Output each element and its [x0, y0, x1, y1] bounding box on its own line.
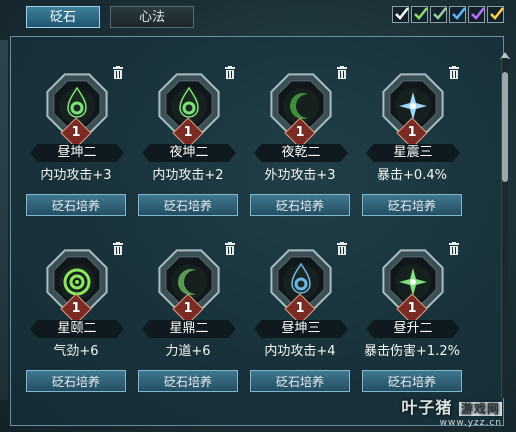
level-number: 1 — [407, 125, 417, 140]
watermark-logo-main: 叶子猪 — [401, 398, 453, 417]
gem-card[interactable]: 1 昼升二暴击伤害+1.2% 砭石培养 — [358, 238, 468, 396]
level-number: 1 — [71, 125, 81, 140]
gem-stat: 内功攻击+3 — [40, 168, 112, 183]
scrollbar[interactable] — [501, 58, 508, 398]
level-number: 1 — [183, 125, 193, 140]
gem-stat: 内功攻击+2 — [152, 168, 224, 183]
level-number: 1 — [407, 301, 417, 316]
trash-icon[interactable] — [448, 242, 460, 255]
gem-card[interactable]: 1 星颐二气劲+6 砭石培养 — [22, 238, 132, 396]
gem-name: 星鼎二 — [142, 320, 236, 338]
checkmark-icon — [395, 7, 409, 20]
gem-grid: 1 昼坤二内功攻击+3 砭石培养 1 夜坤二内功攻击+2 砭石培养 1 夜乾二外功攻击+3 砭石… — [22, 62, 468, 396]
level-number: 1 — [183, 301, 193, 316]
gem-stat: 外功攻击+3 — [264, 168, 336, 183]
cultivate-button[interactable]: 砭石培养 — [362, 370, 462, 392]
trash-icon[interactable] — [112, 66, 124, 79]
checkmark-icon — [452, 7, 466, 20]
trash-icon[interactable] — [336, 66, 348, 79]
gem-card[interactable]: 1 星震三暴击+0.4% 砭石培养 — [358, 62, 468, 220]
gem-name: 夜乾二 — [254, 144, 348, 162]
quality-check-2[interactable] — [430, 6, 447, 23]
cultivate-button[interactable]: 砭石培养 — [138, 370, 238, 392]
cultivate-button[interactable]: 砭石培养 — [26, 370, 126, 392]
tab-bianshi[interactable]: 砭石 — [26, 6, 100, 28]
cultivate-button[interactable]: 砭石培养 — [250, 194, 350, 216]
cultivate-button[interactable]: 砭石培养 — [362, 194, 462, 216]
level-number: 1 — [71, 301, 81, 316]
cultivate-button[interactable]: 砭石培养 — [26, 194, 126, 216]
cultivate-button[interactable]: 砭石培养 — [138, 194, 238, 216]
watermark: 叶子猪 游戏网 www.yzz.cn — [401, 394, 502, 428]
tab-xinfa[interactable]: 心法 — [110, 6, 194, 28]
trash-icon[interactable] — [448, 66, 460, 79]
watermark-logo-tag: 游戏网 — [458, 402, 502, 416]
gem-card[interactable]: 1 夜乾二外功攻击+3 砭石培养 — [246, 62, 356, 220]
gem-stat: 暴击+0.4% — [377, 168, 447, 183]
watermark-url: www.yzz.cn — [439, 418, 502, 428]
gem-stat: 内功攻击+4 — [264, 344, 336, 359]
gem-name: 昼坤三 — [254, 320, 348, 338]
scrollbar-thumb[interactable] — [502, 72, 508, 182]
checkmark-icon — [414, 7, 428, 20]
trash-icon[interactable] — [224, 242, 236, 255]
trash-icon[interactable] — [224, 66, 236, 79]
quality-check-1[interactable] — [411, 6, 428, 23]
gem-stat: 气劲+6 — [53, 344, 99, 359]
quality-check-5[interactable] — [487, 6, 504, 23]
gem-name: 昼坤二 — [30, 144, 124, 162]
trash-icon[interactable] — [112, 242, 124, 255]
gem-stat: 力道+6 — [165, 344, 211, 359]
tab-bar: 砭石 心法 — [26, 6, 194, 28]
checkmark-icon — [471, 7, 485, 20]
quality-check-4[interactable] — [468, 6, 485, 23]
trash-icon[interactable] — [336, 242, 348, 255]
cultivate-button[interactable]: 砭石培养 — [250, 370, 350, 392]
gem-card[interactable]: 1 星鼎二力道+6 砭石培养 — [134, 238, 244, 396]
gem-name: 星颐二 — [30, 320, 124, 338]
gem-name: 星震三 — [366, 144, 460, 162]
gem-card[interactable]: 1 夜坤二内功攻击+2 砭石培养 — [134, 62, 244, 220]
checkmark-icon — [433, 7, 447, 20]
quality-check-3[interactable] — [449, 6, 466, 23]
gem-name: 昼升二 — [366, 320, 460, 338]
level-number: 1 — [295, 125, 305, 140]
checkmark-icon — [490, 7, 504, 20]
quality-check-0[interactable] — [392, 6, 409, 23]
gem-stat: 暴击伤害+1.2% — [364, 344, 460, 359]
gem-name: 夜坤二 — [142, 144, 236, 162]
gem-card[interactable]: 1 昼坤三内功攻击+4 砭石培养 — [246, 238, 356, 396]
gem-card[interactable]: 1 昼坤二内功攻击+3 砭石培养 — [22, 62, 132, 220]
level-number: 1 — [295, 301, 305, 316]
left-edge-decoration — [0, 40, 8, 400]
quality-filter-checks — [392, 6, 504, 23]
watermark-logo: 叶子猪 游戏网 — [401, 394, 502, 418]
